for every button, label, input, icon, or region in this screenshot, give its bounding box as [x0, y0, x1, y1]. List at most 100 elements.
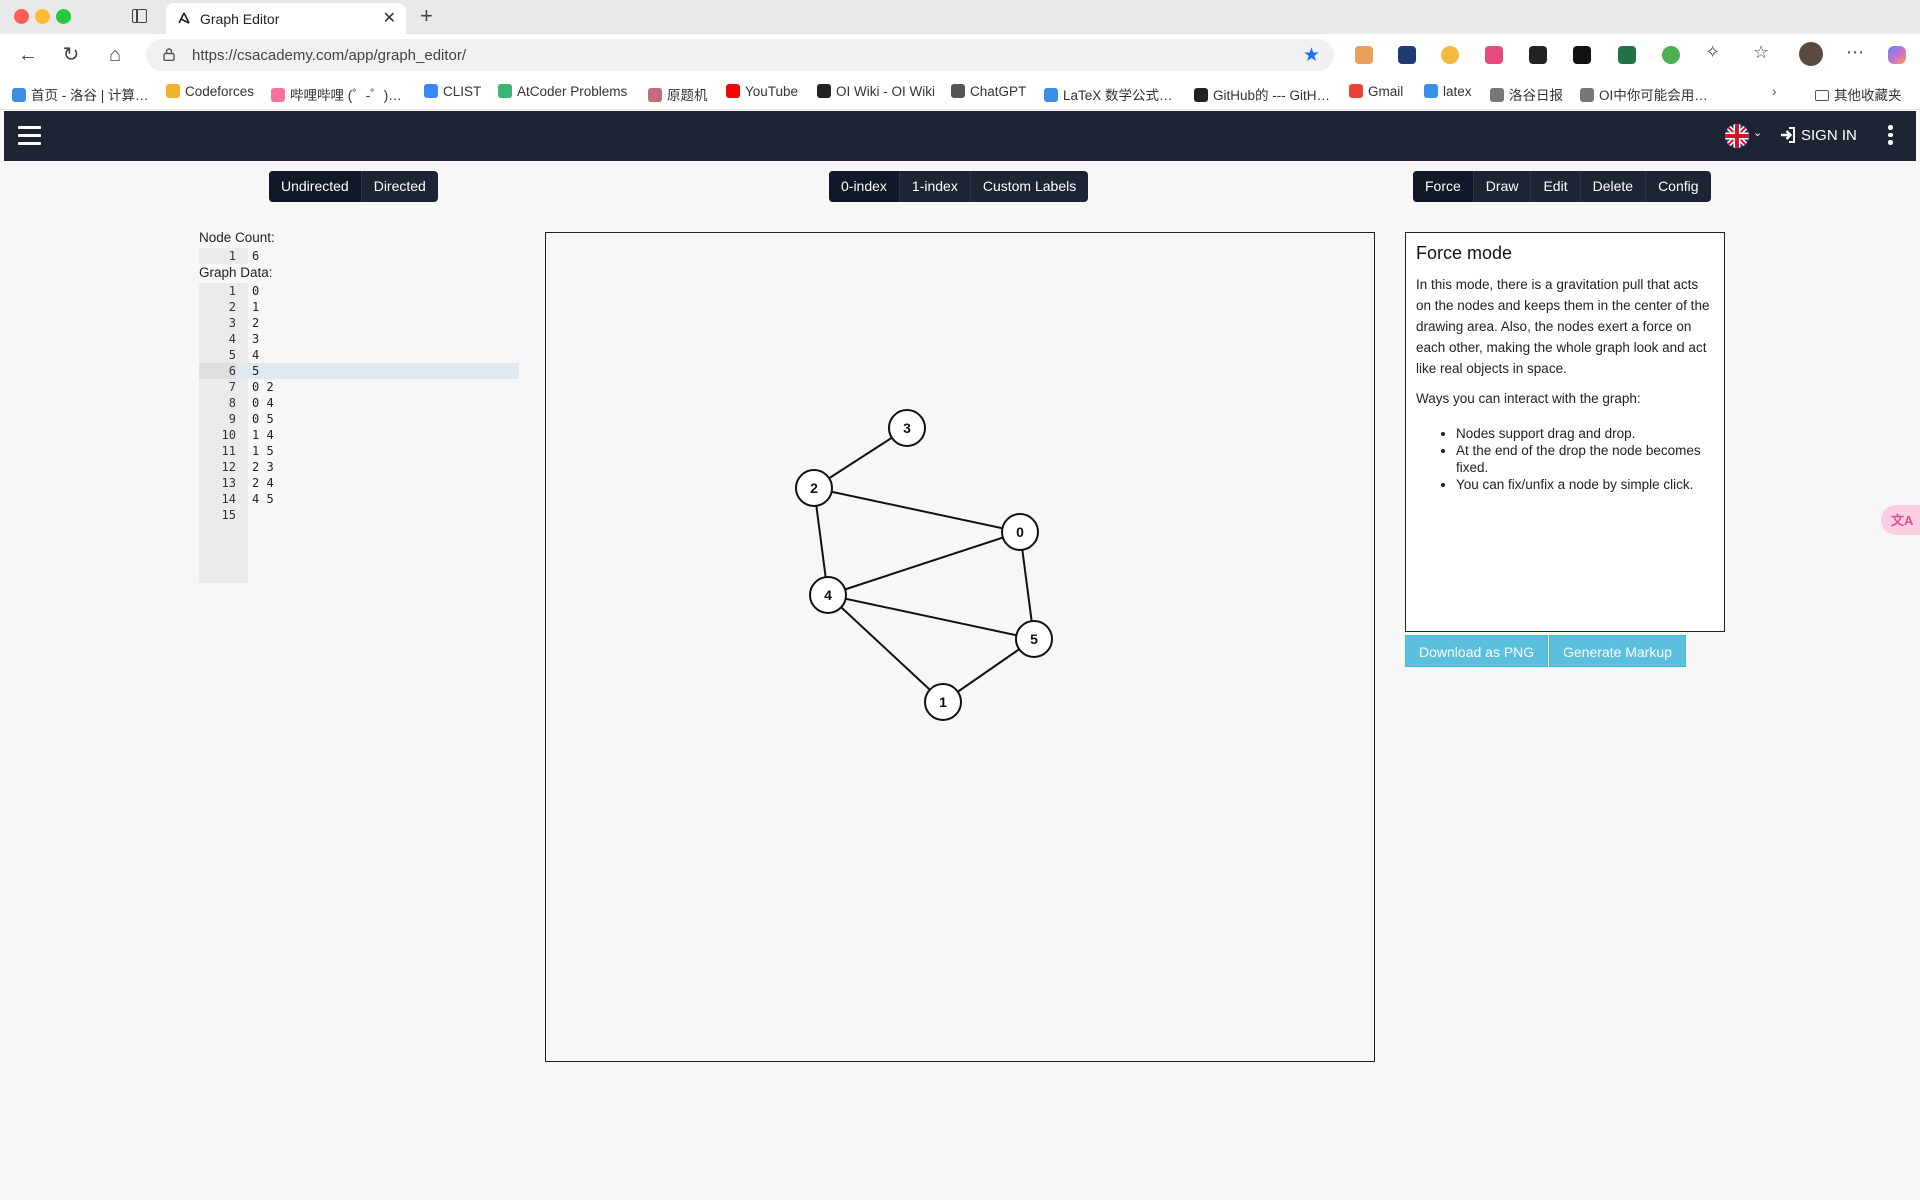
bookmark-item[interactable]: GitHub的 --- GitH… — [1194, 84, 1330, 104]
sign-in-button[interactable]: SIGN IN — [1779, 126, 1857, 144]
undirected-button[interactable]: Undirected — [269, 171, 362, 202]
extension-icon[interactable] — [1662, 46, 1680, 64]
extension-icon[interactable] — [1355, 46, 1373, 64]
bookmark-item[interactable]: Gmail — [1349, 84, 1403, 99]
config-mode-button[interactable]: Config — [1646, 171, 1710, 202]
profile-avatar[interactable] — [1799, 42, 1823, 66]
line-text: 0 4 — [252, 396, 274, 410]
extensions-puzzle-icon[interactable]: ✧ — [1705, 42, 1720, 63]
code-line[interactable]: 10 1 4 — [199, 427, 519, 443]
graph-node[interactable]: 2 — [795, 469, 833, 507]
graph-node[interactable]: 5 — [1015, 620, 1053, 658]
code-line[interactable]: 13 2 4 — [199, 475, 519, 491]
translate-float-button[interactable]: 文A — [1881, 505, 1920, 535]
bookmark-label: LaTeX 数学公式… — [1063, 88, 1173, 103]
folder-icon — [1815, 90, 1829, 101]
direction-toggle-group: Undirected Directed — [269, 171, 438, 202]
graph-node[interactable]: 0 — [1001, 513, 1039, 551]
bookmark-item[interactable]: 首页 - 洛谷 | 计算… — [12, 84, 149, 104]
zero-index-button[interactable]: 0-index — [829, 171, 900, 202]
window-maximize-button[interactable] — [56, 9, 71, 24]
edit-mode-button[interactable]: Edit — [1531, 171, 1581, 202]
graph-canvas[interactable]: 0 1 2 3 4 5 — [545, 232, 1375, 1062]
graph-node[interactable]: 1 — [924, 683, 962, 721]
window-minimize-button[interactable] — [35, 9, 50, 24]
back-icon[interactable]: ← — [14, 41, 42, 69]
language-chevron-down-icon[interactable]: ⌄ — [1753, 126, 1762, 139]
window-close-button[interactable] — [14, 9, 29, 24]
other-bookmarks-folder[interactable]: 其他收藏夹 — [1815, 84, 1902, 104]
code-line[interactable]: 11 1 5 — [199, 443, 519, 459]
more-options-icon[interactable] — [1888, 125, 1894, 147]
code-line[interactable]: 15 — [199, 507, 519, 523]
bookmark-item[interactable]: latex — [1424, 84, 1472, 99]
code-line[interactable]: 16 — [199, 248, 519, 264]
extension-icon[interactable] — [1441, 46, 1459, 64]
code-line[interactable]: 65 — [199, 363, 519, 379]
code-line[interactable]: 12 2 3 — [199, 459, 519, 475]
bookmark-item[interactable]: AtCoder Problems — [498, 84, 627, 99]
bookmark-item[interactable]: 洛谷日报 — [1490, 84, 1563, 104]
bookmark-label: CLIST — [443, 84, 482, 99]
directed-button[interactable]: Directed — [362, 171, 438, 202]
bookmark-favicon-icon — [817, 84, 831, 98]
draw-mode-button[interactable]: Draw — [1474, 171, 1532, 202]
code-line[interactable]: 43 — [199, 331, 519, 347]
hamburger-menu-icon[interactable] — [18, 126, 41, 145]
one-index-button[interactable]: 1-index — [900, 171, 971, 202]
extension-icon[interactable] — [1573, 46, 1591, 64]
delete-mode-button[interactable]: Delete — [1581, 171, 1647, 202]
bookmark-favicon-icon — [726, 84, 740, 98]
download-png-button[interactable]: Download as PNG — [1405, 635, 1549, 667]
graph-node[interactable]: 3 — [888, 409, 926, 447]
browser-tab[interactable]: Graph Editor ✕ — [166, 3, 406, 34]
graph-node[interactable]: 4 — [809, 576, 847, 614]
home-icon[interactable]: ⌂ — [101, 41, 129, 69]
reload-icon[interactable]: ↻ — [57, 41, 85, 69]
custom-labels-button[interactable]: Custom Labels — [971, 171, 1088, 202]
force-mode-button[interactable]: Force — [1413, 171, 1474, 202]
bookmark-item[interactable]: CLIST — [424, 84, 481, 99]
line-number: 8 — [228, 396, 236, 410]
uk-flag-icon[interactable] — [1725, 124, 1749, 148]
extension-icon[interactable] — [1398, 46, 1416, 64]
line-text: 0 — [252, 284, 260, 298]
bookmark-label: OI Wiki - OI Wiki — [836, 84, 935, 99]
code-line[interactable]: 7 0 2 — [199, 379, 519, 395]
graph-data-editor[interactable]: 10213243546570 280 490 5 10 1 4 11 1 5 12 2 31… — [199, 283, 519, 583]
extension-icon[interactable] — [1529, 46, 1547, 64]
bookmark-item[interactable]: ChatGPT — [951, 84, 1026, 99]
bookmark-item[interactable]: LaTeX 数学公式… — [1044, 84, 1173, 104]
bookmark-item[interactable]: 哔哩哔哩 (゜-゜)… — [271, 84, 402, 104]
indexing-toggle-group: 0-index 1-index Custom Labels — [829, 171, 1089, 202]
code-line[interactable]: 8 0 4 — [199, 395, 519, 411]
bookmark-star-icon[interactable]: ★ — [1303, 44, 1320, 67]
code-line[interactable]: 32 — [199, 315, 519, 331]
bookmark-label: YouTube — [745, 84, 799, 99]
bookmarks-overflow-chevron-icon[interactable]: › — [1772, 84, 1777, 99]
code-line[interactable]: 10 — [199, 283, 519, 299]
tab-actions-icon[interactable] — [132, 9, 147, 23]
generate-markup-button[interactable]: Generate Markup — [1549, 635, 1686, 667]
url-bar[interactable]: https://csacademy.com/app/graph_editor/ … — [146, 39, 1334, 71]
code-line[interactable]: 9 0 5 — [199, 411, 519, 427]
bookmark-item[interactable]: OI中你可能会用… — [1580, 84, 1708, 104]
extension-icon[interactable] — [1485, 46, 1503, 64]
code-line[interactable]: 54 — [199, 347, 519, 363]
bookmark-item[interactable]: YouTube — [726, 84, 798, 99]
line-number: 4 — [228, 332, 236, 346]
bookmark-item[interactable]: 原题机 — [648, 84, 708, 104]
tab-close-icon[interactable]: ✕ — [383, 8, 396, 28]
bookmark-item[interactable]: OI Wiki - OI Wiki — [817, 84, 935, 99]
bookmark-label: Codeforces — [185, 84, 255, 99]
favorites-icon[interactable]: ☆ — [1753, 42, 1769, 63]
graph-drawing[interactable]: 0 1 2 3 4 5 — [546, 233, 1374, 1061]
more-menu-icon[interactable]: ⋯ — [1846, 42, 1864, 63]
node-count-editor[interactable]: 16 — [199, 248, 519, 264]
copilot-icon[interactable] — [1888, 46, 1906, 64]
extension-icon[interactable] — [1618, 46, 1636, 64]
bookmark-item[interactable]: Codeforces — [166, 84, 254, 99]
code-line[interactable]: 21 — [199, 299, 519, 315]
new-tab-icon[interactable]: + — [420, 3, 433, 29]
code-line[interactable]: 14 4 5 — [199, 491, 519, 507]
